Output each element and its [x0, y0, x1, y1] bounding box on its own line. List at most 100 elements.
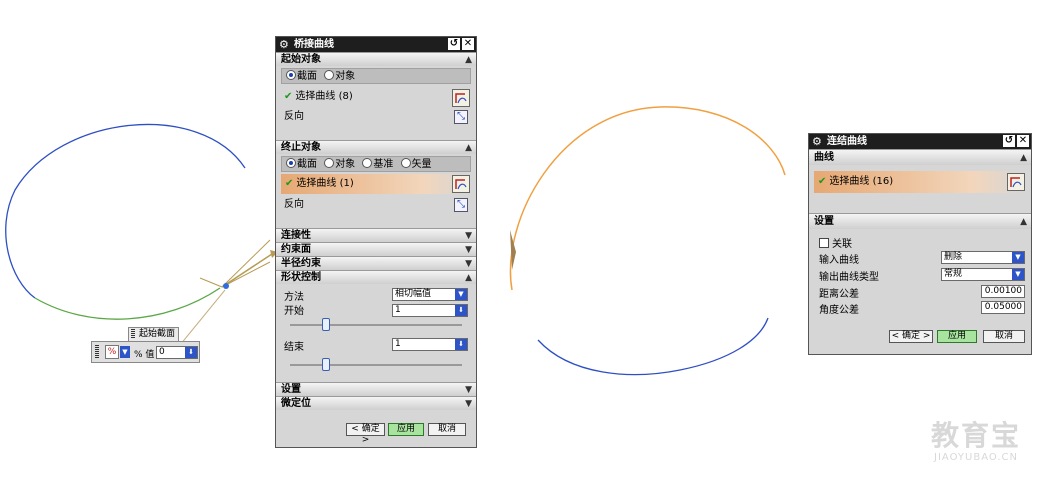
chevron-down-icon[interactable]: ▼ [465, 243, 472, 257]
radio-start-section[interactable]: 截面 [286, 69, 317, 85]
section-constraint-face[interactable]: 约束面 ▼ [276, 242, 476, 256]
green-curve [34, 287, 221, 320]
input-curve-select[interactable]: 删除 ▼ [941, 251, 1025, 264]
section-curve[interactable]: 曲线 ▲ [809, 149, 1031, 165]
method-label: 方法 [284, 292, 304, 303]
curve-select-icon[interactable] [452, 175, 470, 193]
value-text: 0 [159, 347, 165, 357]
start-value-input[interactable]: 1 ⬇ [392, 304, 468, 317]
input-curve-label: 输入曲线 [819, 255, 859, 266]
end-label: 结束 [284, 342, 304, 353]
value-input[interactable]: 0 ⬇ [156, 346, 198, 359]
end-slider-thumb[interactable] [322, 358, 330, 371]
end-reverse-row: 反向 ⤡ [276, 196, 476, 214]
curve-select-icon[interactable] [1007, 173, 1025, 191]
chevron-up-icon[interactable]: ▲ [465, 271, 472, 285]
distance-tol-input[interactable]: 0.00100 [981, 285, 1025, 298]
radio-end-vector[interactable]: 矢量 [400, 157, 432, 173]
blue-curve-left [5, 123, 246, 299]
end-select-label: 选择曲线 (1) [296, 178, 354, 189]
method-select[interactable]: 相切幅值 ▼ [392, 288, 468, 301]
end-value-input[interactable]: 1 ⬇ [392, 338, 468, 351]
output-type-label: 输出曲线类型 [819, 272, 879, 283]
join-dialog-titlebar: ⚙ 连结曲线 ↺ ✕ [809, 134, 1031, 149]
reverse-direction-icon[interactable]: ⤡ [454, 198, 468, 212]
section-fine-position[interactable]: 微定位 ▼ [276, 396, 476, 410]
associative-checkbox[interactable]: 关联 [819, 235, 852, 250]
stepper-icon[interactable]: ⬇ [455, 339, 467, 350]
gear-icon[interactable]: ⚙ [812, 134, 822, 149]
close-icon[interactable]: ✕ [1017, 135, 1029, 147]
section-end-object[interactable]: 终止对象 ▲ [276, 140, 476, 154]
start-reverse-row: 反向 ⤡ [276, 108, 476, 126]
start-slider-thumb[interactable] [322, 318, 330, 331]
value-toolbar: % ▼ % 值 0 ⬇ [91, 341, 200, 363]
angle-tol-label: 角度公差 [819, 305, 859, 316]
ok-button[interactable]: < 确定 > [346, 423, 385, 445]
stepper-icon[interactable]: ⬇ [455, 305, 467, 316]
check-icon: ✔ [284, 91, 293, 102]
chevron-down-icon[interactable]: ▼ [455, 289, 467, 300]
join-select-curve-row[interactable]: ✔ 选择曲线 (16) [814, 171, 1026, 193]
chevron-up-icon[interactable]: ▲ [465, 141, 472, 155]
close-icon[interactable]: ✕ [462, 38, 474, 50]
chevron-down-icon[interactable]: ▼ [465, 257, 472, 271]
section-start-object[interactable]: 起始对象 ▲ [276, 52, 476, 66]
start-slider-track[interactable] [290, 324, 462, 326]
start-select-curve-row[interactable]: ✔ 选择曲线 (8) [276, 88, 476, 107]
chevron-down-icon[interactable]: ▼ [465, 383, 472, 397]
watermark-url: JIAOYUBAO.CN [934, 452, 1018, 463]
apply-button[interactable]: 应用 [388, 423, 424, 436]
reverse-direction-icon[interactable]: ⤡ [454, 110, 468, 124]
radio-start-object[interactable]: 对象 [324, 69, 355, 85]
radio-end-section[interactable]: 截面 [286, 157, 317, 173]
stepper-icon[interactable]: ⬇ [185, 347, 197, 358]
ok-button[interactable]: < 确定 > [889, 330, 933, 343]
start-reverse-label: 反向 [284, 111, 304, 122]
watermark-text: 教育宝 [930, 419, 1021, 452]
orange-curve [509, 106, 786, 291]
apply-button[interactable]: 应用 [937, 330, 977, 343]
end-slider-track[interactable] [290, 364, 462, 366]
chevron-down-icon[interactable]: ▼ [465, 397, 472, 411]
radio-end-datum[interactable]: 基准 [362, 157, 393, 173]
chevron-down-icon[interactable]: ▼ [1012, 252, 1024, 263]
curve-select-icon[interactable] [452, 89, 470, 107]
join-curve-dialog: ⚙ 连结曲线 ↺ ✕ 曲线 ▲ ✔ 选择曲线 (16) 设置 ▲ 关联 输入曲线 … [808, 133, 1032, 355]
toolbar-grip[interactable] [95, 345, 99, 359]
percent-label: % 值 [134, 350, 155, 360]
section-radius-constraint[interactable]: 半径约束 ▼ [276, 256, 476, 270]
radio-end-object[interactable]: 对象 [324, 157, 355, 173]
section-settings[interactable]: 设置 ▼ [276, 382, 476, 396]
section-continuity[interactable]: 连接性 ▼ [276, 228, 476, 242]
chevron-down-icon[interactable]: ▼ [120, 346, 130, 358]
start-select-label: 选择曲线 (8) [295, 91, 353, 102]
cancel-button[interactable]: 取消 [983, 330, 1025, 343]
reset-icon[interactable]: ↺ [1003, 135, 1015, 147]
start-section-tag: 起始截面 [128, 327, 180, 342]
chevron-down-icon[interactable]: ▼ [1012, 269, 1024, 280]
check-icon: ✔ [818, 176, 827, 187]
tag-label: 起始截面 [139, 329, 176, 339]
chevron-up-icon[interactable]: ▲ [1020, 214, 1027, 230]
section-join-settings[interactable]: 设置 ▲ [809, 213, 1031, 229]
end-select-curve-row[interactable]: ✔ 选择曲线 (1) [281, 174, 471, 194]
chevron-up-icon[interactable]: ▲ [1020, 150, 1027, 166]
end-object-heading: 终止对象 [281, 142, 321, 153]
gear-icon[interactable]: ⚙ [279, 37, 289, 52]
cancel-button[interactable]: 取消 [428, 423, 466, 436]
end-radio-group: 截面 对象 基准 矢量 [281, 156, 471, 172]
join-settings-panel: 关联 输入曲线 删除 ▼ 输出曲线类型 常规 ▼ 距离公差 0.00100 角度… [809, 229, 1031, 329]
start-radio-group: 截面 对象 [281, 68, 471, 84]
chevron-down-icon[interactable]: ▼ [465, 229, 472, 243]
chevron-up-icon[interactable]: ▲ [465, 53, 472, 67]
blue-curve-right [537, 317, 769, 376]
section-shape-control[interactable]: 形状控制 ▲ [276, 270, 476, 284]
reset-icon[interactable]: ↺ [448, 38, 460, 50]
angle-tol-input[interactable]: 0.05000 [981, 301, 1025, 314]
join-select-label: 选择曲线 (16) [829, 176, 894, 187]
output-type-select[interactable]: 常规 ▼ [941, 268, 1025, 281]
start-object-heading: 起始对象 [281, 54, 321, 65]
percent-mode-icon[interactable]: % [105, 345, 119, 359]
bridge-dialog-title: 桥接曲线 [294, 39, 334, 50]
